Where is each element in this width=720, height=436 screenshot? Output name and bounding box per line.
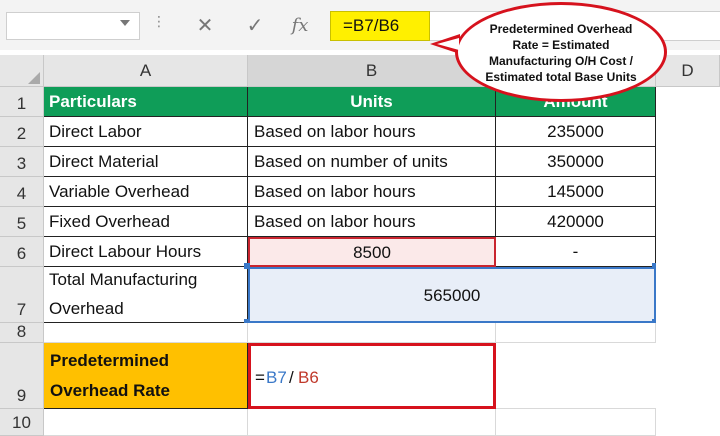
- cell-labour-hours-value[interactable]: 8500: [248, 237, 496, 267]
- callout-line: Predetermined Overhead: [489, 22, 633, 36]
- cell-units[interactable]: Based on labor hours: [248, 207, 496, 237]
- cell-amount[interactable]: 350000: [496, 147, 656, 177]
- row-header-6[interactable]: 6: [0, 237, 44, 267]
- cell-particular[interactable]: Direct Labor: [44, 117, 248, 147]
- select-all-triangle-icon: [28, 72, 40, 84]
- row-header-9[interactable]: 9: [0, 343, 44, 409]
- row-header-4[interactable]: 4: [0, 177, 44, 207]
- row-header-7[interactable]: 7: [0, 267, 44, 323]
- cell-amount[interactable]: 235000: [496, 117, 656, 147]
- row-header-5[interactable]: 5: [0, 207, 44, 237]
- more-options-icon[interactable]: ⋮: [152, 14, 166, 36]
- empty-cell[interactable]: [44, 323, 248, 343]
- table-header-units[interactable]: Units: [248, 87, 496, 117]
- cell-total-overhead-label[interactable]: Total Manufacturing Overhead: [44, 267, 248, 323]
- formula-callout: Predetermined Overhead Rate = Estimated …: [455, 2, 667, 102]
- name-box[interactable]: [6, 12, 140, 40]
- cell-units[interactable]: Based on number of units: [248, 147, 496, 177]
- cell-total-overhead-value[interactable]: 565000: [248, 267, 656, 323]
- cell-labour-hours-label[interactable]: Direct Labour Hours: [44, 237, 248, 267]
- empty-cell[interactable]: [496, 409, 656, 436]
- cell-units[interactable]: Based on labor hours: [248, 117, 496, 147]
- row-header-2[interactable]: 2: [0, 117, 44, 147]
- cell-particular[interactable]: Direct Material: [44, 147, 248, 177]
- enter-icon[interactable]: ✓: [238, 12, 272, 40]
- column-header-a[interactable]: A: [44, 55, 248, 87]
- cell-predetermined-rate-formula[interactable]: = B7 / B6: [248, 343, 496, 409]
- column-d-cells[interactable]: [656, 87, 720, 436]
- range-handle[interactable]: [244, 263, 250, 269]
- cell-labour-hours-amount[interactable]: -: [496, 237, 656, 267]
- row-header-8[interactable]: 8: [0, 322, 44, 343]
- cell-predetermined-rate-label[interactable]: Predetermined Overhead Rate: [44, 343, 248, 409]
- table-header-particulars[interactable]: Particulars: [44, 87, 248, 117]
- cell-amount[interactable]: 145000: [496, 177, 656, 207]
- insert-function-button[interactable]: fx: [283, 12, 317, 40]
- formula-input[interactable]: =B7/B6: [330, 11, 430, 41]
- empty-cell[interactable]: [496, 323, 656, 343]
- chevron-down-icon[interactable]: [120, 20, 130, 26]
- empty-cell[interactable]: [44, 409, 248, 436]
- callout-pointer-fill: [437, 38, 459, 50]
- cell-units[interactable]: Based on labor hours: [248, 177, 496, 207]
- cancel-icon[interactable]: ✕: [188, 12, 222, 40]
- callout-line: Manufacturing O/H Cost /: [489, 54, 633, 68]
- row-header-10[interactable]: 10: [0, 409, 44, 436]
- cell-amount[interactable]: 420000: [496, 207, 656, 237]
- cell-particular[interactable]: Fixed Overhead: [44, 207, 248, 237]
- row-header-1[interactable]: 1: [0, 87, 44, 117]
- empty-cell[interactable]: [496, 343, 656, 409]
- row-header-3[interactable]: 3: [0, 147, 44, 177]
- callout-line: Rate = Estimated: [512, 38, 610, 52]
- empty-cell[interactable]: [248, 409, 496, 436]
- callout-line: Estimated total Base Units: [485, 70, 637, 84]
- cell-particular[interactable]: Variable Overhead: [44, 177, 248, 207]
- empty-cell[interactable]: [248, 323, 496, 343]
